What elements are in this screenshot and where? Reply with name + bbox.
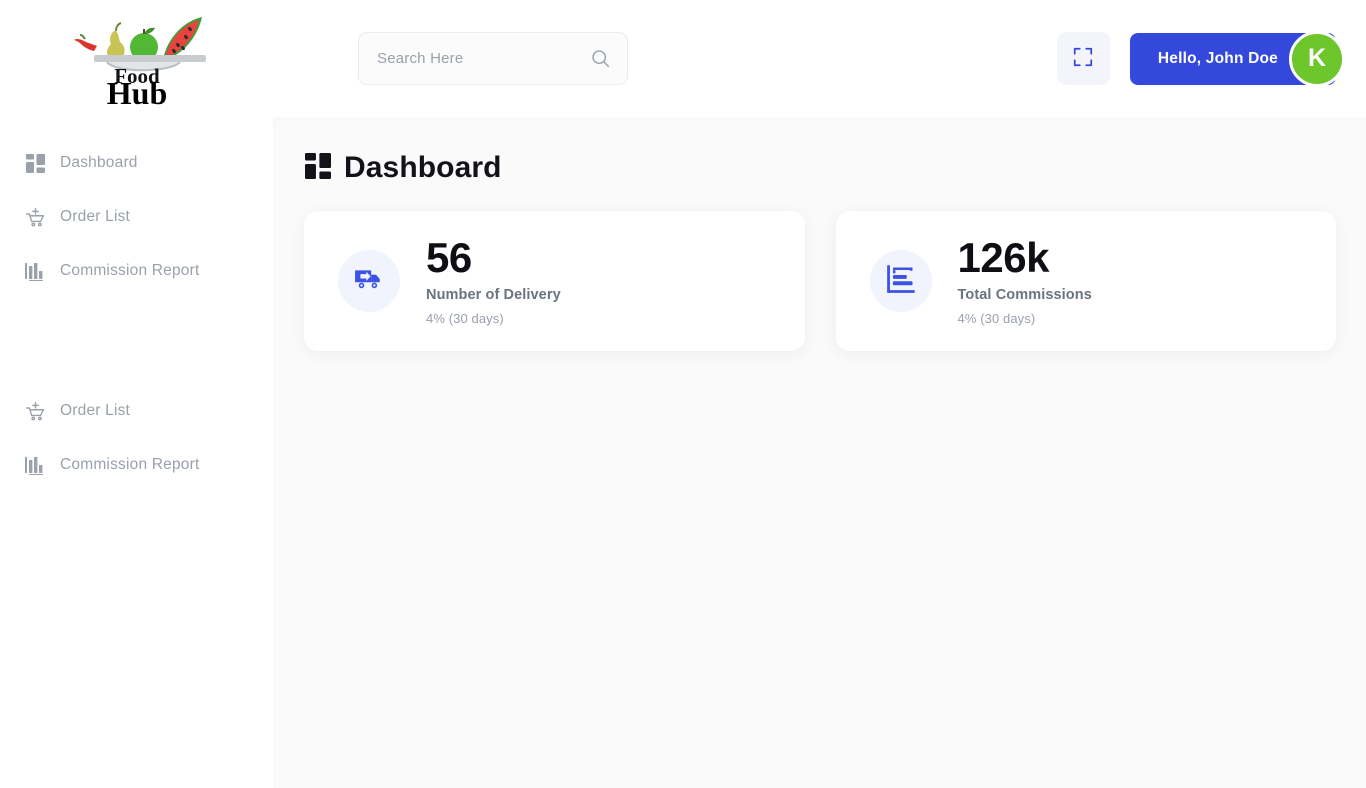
sidebar-nav-primary: Dashboard Order List Commission Report: [0, 110, 273, 298]
sidebar: Food Hub Dashboard Order List Commission…: [0, 0, 273, 788]
sidebar-item-dashboard[interactable]: Dashboard: [0, 136, 273, 190]
app-root: Food Hub Dashboard Order List Commission…: [0, 0, 1366, 788]
page-title-row: Dashboard: [304, 151, 1336, 185]
stat-label: Number of Delivery: [426, 287, 561, 304]
right-column: Hello, John Doe K Dashboard: [273, 0, 1366, 788]
search-box[interactable]: [358, 32, 628, 85]
sidebar-item-commission-report[interactable]: Commission Report: [0, 244, 273, 298]
commission-chart-icon: [886, 264, 916, 299]
bar-chart-icon: [24, 454, 46, 476]
stat-card-number-of-delivery[interactable]: 56 Number of Delivery 4% (30 days): [304, 211, 805, 351]
fullscreen-button[interactable]: [1056, 32, 1110, 85]
user-menu[interactable]: Hello, John Doe K: [1129, 30, 1345, 87]
main-content: Dashboard 56 Number of Delivery 4% (30 d…: [273, 117, 1366, 788]
search-icon[interactable]: [589, 48, 611, 70]
delivery-truck-icon: [354, 264, 384, 299]
stat-sub-label: 4% (30 days): [957, 311, 1036, 327]
stat-card-total-commissions[interactable]: 126k Total Commissions 4% (30 days): [835, 211, 1336, 351]
search-input[interactable]: [377, 50, 577, 67]
stat-cards-row: 56 Number of Delivery 4% (30 days) 126k …: [304, 211, 1336, 351]
stat-sub-label: 4% (30 days): [426, 311, 504, 327]
brand-logo[interactable]: Food Hub: [0, 0, 273, 110]
fullscreen-expand-icon: [1072, 46, 1094, 71]
top-header: Hello, John Doe K: [273, 0, 1366, 117]
bar-chart-icon: [24, 260, 46, 282]
stat-icon-wrapper: [869, 250, 932, 312]
sidebar-item-label: Commission Report: [60, 456, 200, 473]
cart-plus-icon: [24, 206, 46, 228]
stat-text: 126k Total Commissions 4% (30 days): [957, 233, 1092, 327]
grid-icon: [305, 152, 331, 184]
sidebar-item-label: Dashboard: [60, 154, 138, 171]
sidebar-item-order-list[interactable]: Order List: [0, 190, 273, 244]
grid-icon: [24, 152, 46, 174]
svg-text:Hub: Hub: [106, 75, 166, 105]
page-title: Dashboard: [344, 151, 502, 184]
stat-value: 126k: [957, 233, 1050, 281]
food-hub-logo-icon: Food Hub: [52, 9, 222, 105]
avatar[interactable]: K: [1289, 30, 1345, 87]
sidebar-nav-secondary: Order List Commission Report: [0, 298, 273, 492]
stat-icon-wrapper: [338, 250, 400, 312]
sidebar-item-commission-report-secondary[interactable]: Commission Report: [0, 438, 273, 492]
cart-plus-icon: [24, 400, 46, 422]
stat-text: 56 Number of Delivery 4% (30 days): [426, 233, 561, 327]
sidebar-item-label: Order List: [60, 208, 131, 225]
header-actions: Hello, John Doe K: [1056, 30, 1345, 87]
sidebar-item-label: Order List: [60, 402, 131, 419]
stat-value: 56: [426, 233, 472, 281]
stat-label: Total Commissions: [957, 287, 1092, 304]
sidebar-item-order-list-secondary[interactable]: Order List: [0, 384, 273, 438]
sidebar-item-label: Commission Report: [60, 262, 200, 279]
